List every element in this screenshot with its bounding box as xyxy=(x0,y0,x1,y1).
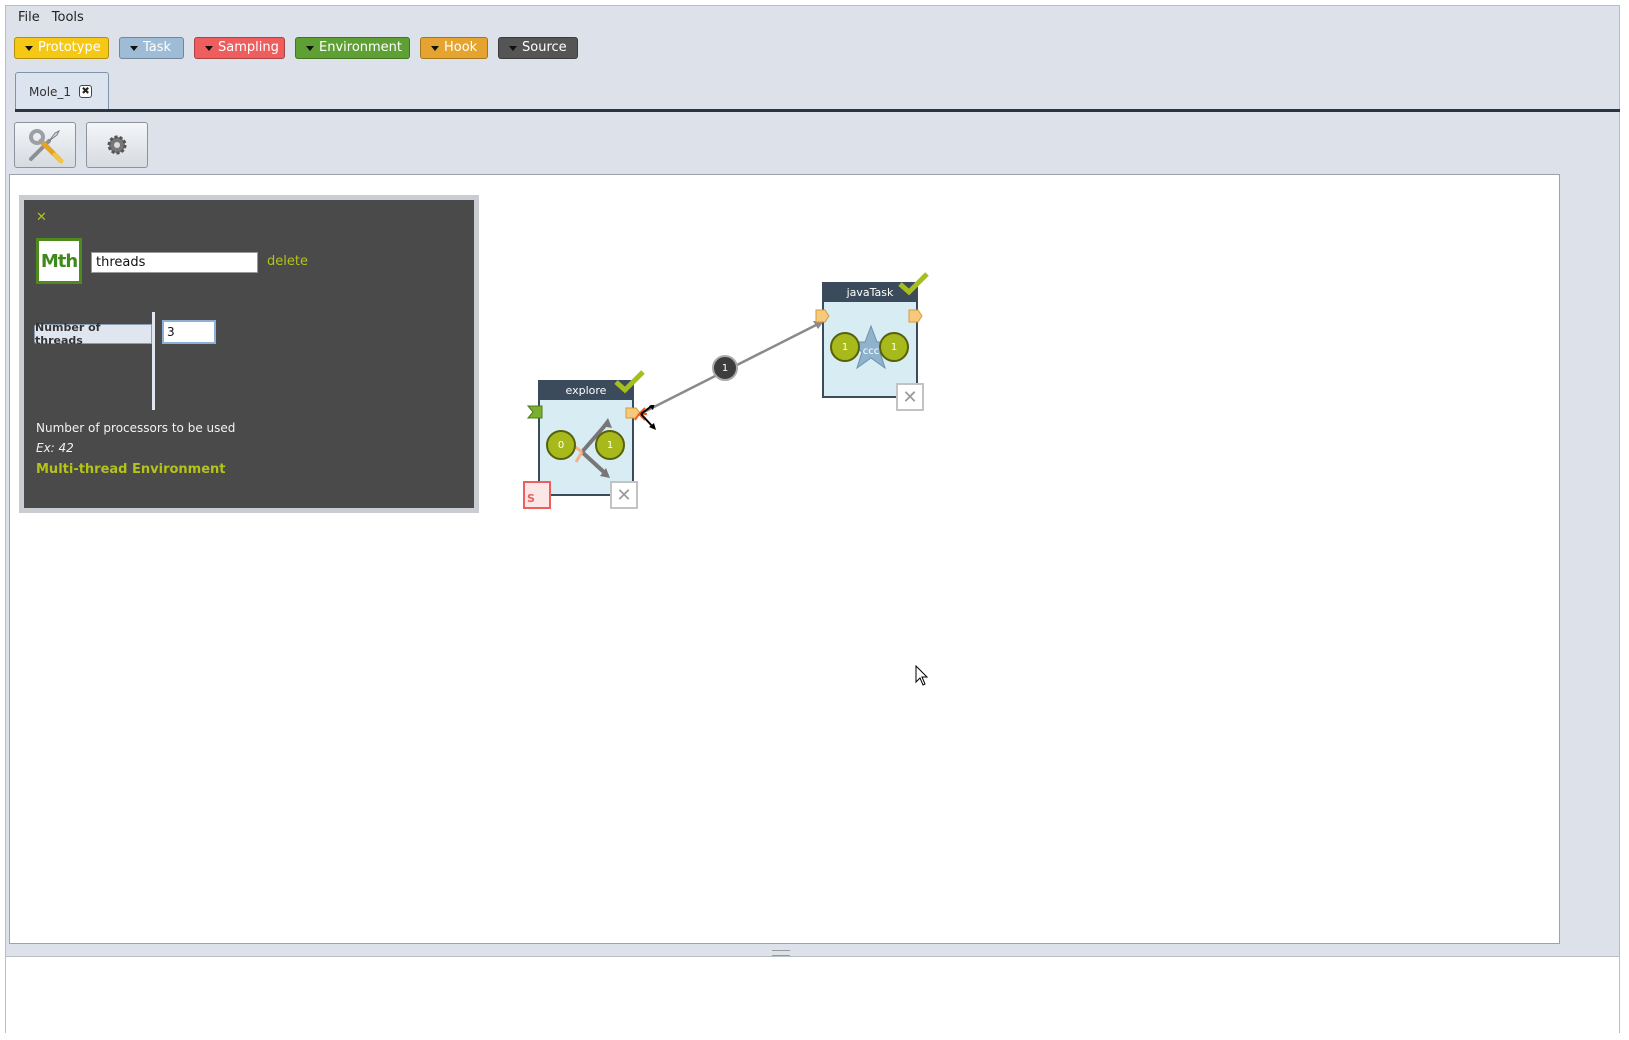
mouse-cursor-icon xyxy=(915,665,929,686)
gear-icon xyxy=(107,135,127,155)
input-slot-count: 0 xyxy=(546,430,576,460)
transition-badge[interactable]: 1 xyxy=(712,355,738,381)
remove-capsule-icon[interactable]: ✕ xyxy=(896,383,924,411)
dropdown-arrow-icon xyxy=(25,45,33,51)
tab-label: Mole_1 xyxy=(29,84,72,99)
input-slot-icon[interactable] xyxy=(815,308,831,324)
prototype-button[interactable]: Prototype xyxy=(14,37,109,59)
environment-button[interactable]: Environment xyxy=(295,37,410,59)
valid-check-icon xyxy=(614,370,645,394)
output-slot-icon[interactable] xyxy=(908,308,924,324)
source-button[interactable]: Source xyxy=(498,37,578,59)
dropdown-arrow-icon xyxy=(306,45,314,51)
execution-mode-button[interactable] xyxy=(86,122,148,168)
capsule-javatask[interactable]: javaTask ccc 1 1 xyxy=(822,282,918,398)
sampling-label: Sampling xyxy=(218,40,279,55)
console-area xyxy=(6,956,1619,1033)
hook-button[interactable]: Hook xyxy=(420,37,488,59)
sampling-button[interactable]: Sampling xyxy=(194,37,285,59)
dropdown-arrow-icon xyxy=(431,45,439,51)
task-label: Task xyxy=(143,40,172,55)
input-slot-count: 1 xyxy=(830,332,860,362)
capsule-explore[interactable]: explore 0 1 xyxy=(538,380,634,496)
svg-text:ccc: ccc xyxy=(863,346,880,357)
toolbar xyxy=(14,122,148,168)
remove-capsule-icon[interactable]: ✕ xyxy=(610,481,638,509)
hook-label: Hook xyxy=(444,40,478,55)
tab-mole-1[interactable]: Mole_1 ✖ xyxy=(15,72,109,110)
output-slot-count: 1 xyxy=(879,332,909,362)
component-palette: Prototype Task Sampling Environment Hook… xyxy=(14,37,578,59)
wrench-screwdriver-icon xyxy=(29,129,64,164)
workflow-canvas[interactable]: ✕ Mth delete Number of threads Number of… xyxy=(9,174,1560,944)
dropdown-arrow-icon xyxy=(509,45,517,51)
output-slot-count: 1 xyxy=(595,430,625,460)
menu-tools[interactable]: Tools xyxy=(46,8,90,30)
prototype-label: Prototype xyxy=(38,40,101,55)
sampling-badge: S xyxy=(527,492,535,505)
close-tab-icon[interactable]: ✖ xyxy=(79,85,93,98)
main-window: File Tools Prototype Task Sampling Envir… xyxy=(5,5,1620,1033)
build-mode-button[interactable] xyxy=(14,122,76,168)
task-button[interactable]: Task xyxy=(119,37,184,59)
sampling-icon: S xyxy=(523,481,551,509)
source-label: Source xyxy=(522,40,567,55)
tab-divider xyxy=(15,109,1620,112)
environment-label: Environment xyxy=(319,40,403,55)
dropdown-arrow-icon xyxy=(130,45,138,51)
menu-bar: File Tools xyxy=(12,8,90,30)
valid-check-icon xyxy=(898,272,929,296)
start-slot-icon[interactable] xyxy=(527,405,543,419)
dropdown-arrow-icon xyxy=(205,45,213,51)
output-slot-icon[interactable] xyxy=(625,405,665,445)
menu-file[interactable]: File xyxy=(12,8,46,30)
